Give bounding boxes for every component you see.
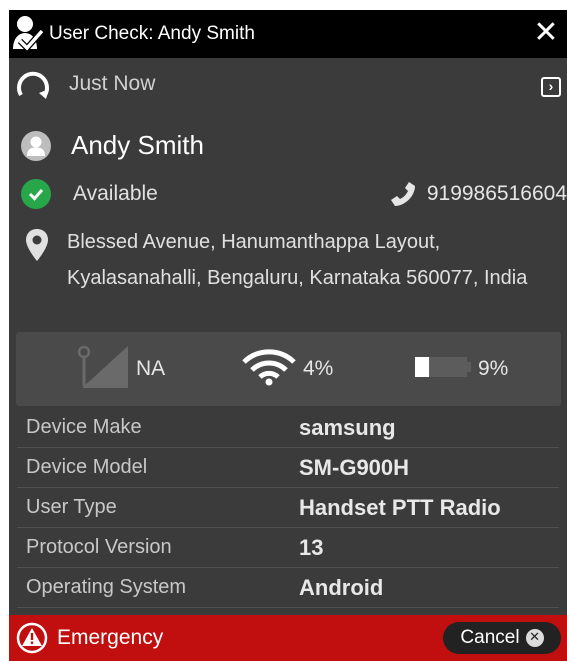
close-button[interactable]: ✕ — [531, 18, 561, 48]
user-name-row: Andy Smith — [21, 130, 204, 161]
user-check-icon — [11, 14, 45, 54]
cellular-signal: NA — [68, 332, 165, 406]
address-text: Blessed Avenue, Hanumanthappa Layout, Ky… — [67, 231, 528, 289]
detail-row-operating-system: Operating System Android — [17, 568, 559, 608]
detail-label: Operating System — [26, 576, 187, 598]
cancel-emergency-button[interactable]: Cancel ✕ — [443, 622, 561, 654]
address-row: Blessed Avenue, Hanumanthappa Layout, Ky… — [23, 224, 553, 296]
wifi-signal: 4% — [241, 332, 333, 406]
refresh-icon[interactable] — [13, 66, 53, 102]
detail-row-protocol-version: Protocol Version 13 — [17, 528, 559, 568]
cancel-label: Cancel — [460, 627, 520, 648]
battery-status: 9% — [414, 332, 508, 406]
detail-value: 13 — [299, 534, 324, 560]
detail-row-device-model: Device Model SM-G900H — [17, 448, 559, 488]
cellular-signal-icon — [68, 344, 130, 395]
status-text: Available — [73, 182, 158, 205]
window-title: User Check: Andy Smith — [49, 23, 255, 44]
signal-status-panel: NA 4% 9% — [16, 332, 561, 406]
detail-value: Handset PTT Radio — [299, 494, 501, 520]
refresh-row: Just Now › — [9, 66, 567, 102]
phone-number[interactable]: 919986516604 — [387, 177, 567, 211]
battery-icon — [414, 356, 472, 383]
detail-row-user-type: User Type Handset PTT Radio — [17, 488, 559, 528]
phone-number-text: 919986516604 — [426, 182, 567, 205]
user-name: Andy Smith — [71, 130, 204, 160]
battery-value: 9% — [478, 357, 509, 380]
detail-label: Device Model — [26, 456, 148, 478]
phone-icon — [387, 178, 419, 210]
avatar-icon — [21, 130, 51, 161]
last-updated-label: Just Now — [69, 72, 156, 95]
detail-label: Protocol Version — [26, 536, 172, 558]
detail-value: Android — [299, 574, 384, 600]
cellular-signal-value: NA — [136, 357, 166, 380]
detail-row-device-make: Device Make samsung — [17, 408, 559, 448]
status-row: Available 919986516604 — [21, 177, 567, 211]
location-pin-icon — [23, 224, 51, 264]
title-bar: User Check: Andy Smith ✕ — [9, 10, 567, 58]
detail-label: User Type — [26, 496, 117, 518]
check-icon — [21, 179, 51, 209]
close-circle-icon: ✕ — [525, 629, 544, 647]
expand-button[interactable]: › — [541, 77, 561, 97]
emergency-label: Emergency — [57, 626, 164, 649]
user-check-panel: User Check: Andy Smith ✕ Just Now › Andy… — [9, 10, 567, 661]
wifi-signal-value: 4% — [303, 357, 334, 380]
detail-value: SM-G900H — [299, 454, 410, 480]
wifi-icon — [241, 348, 297, 391]
detail-label: Device Make — [26, 416, 142, 438]
detail-value: samsung — [299, 414, 396, 440]
warning-icon — [15, 621, 49, 655]
emergency-bar: Emergency Cancel ✕ — [9, 615, 567, 661]
device-details-table: Device Make samsung Device Model SM-G900… — [17, 408, 559, 608]
